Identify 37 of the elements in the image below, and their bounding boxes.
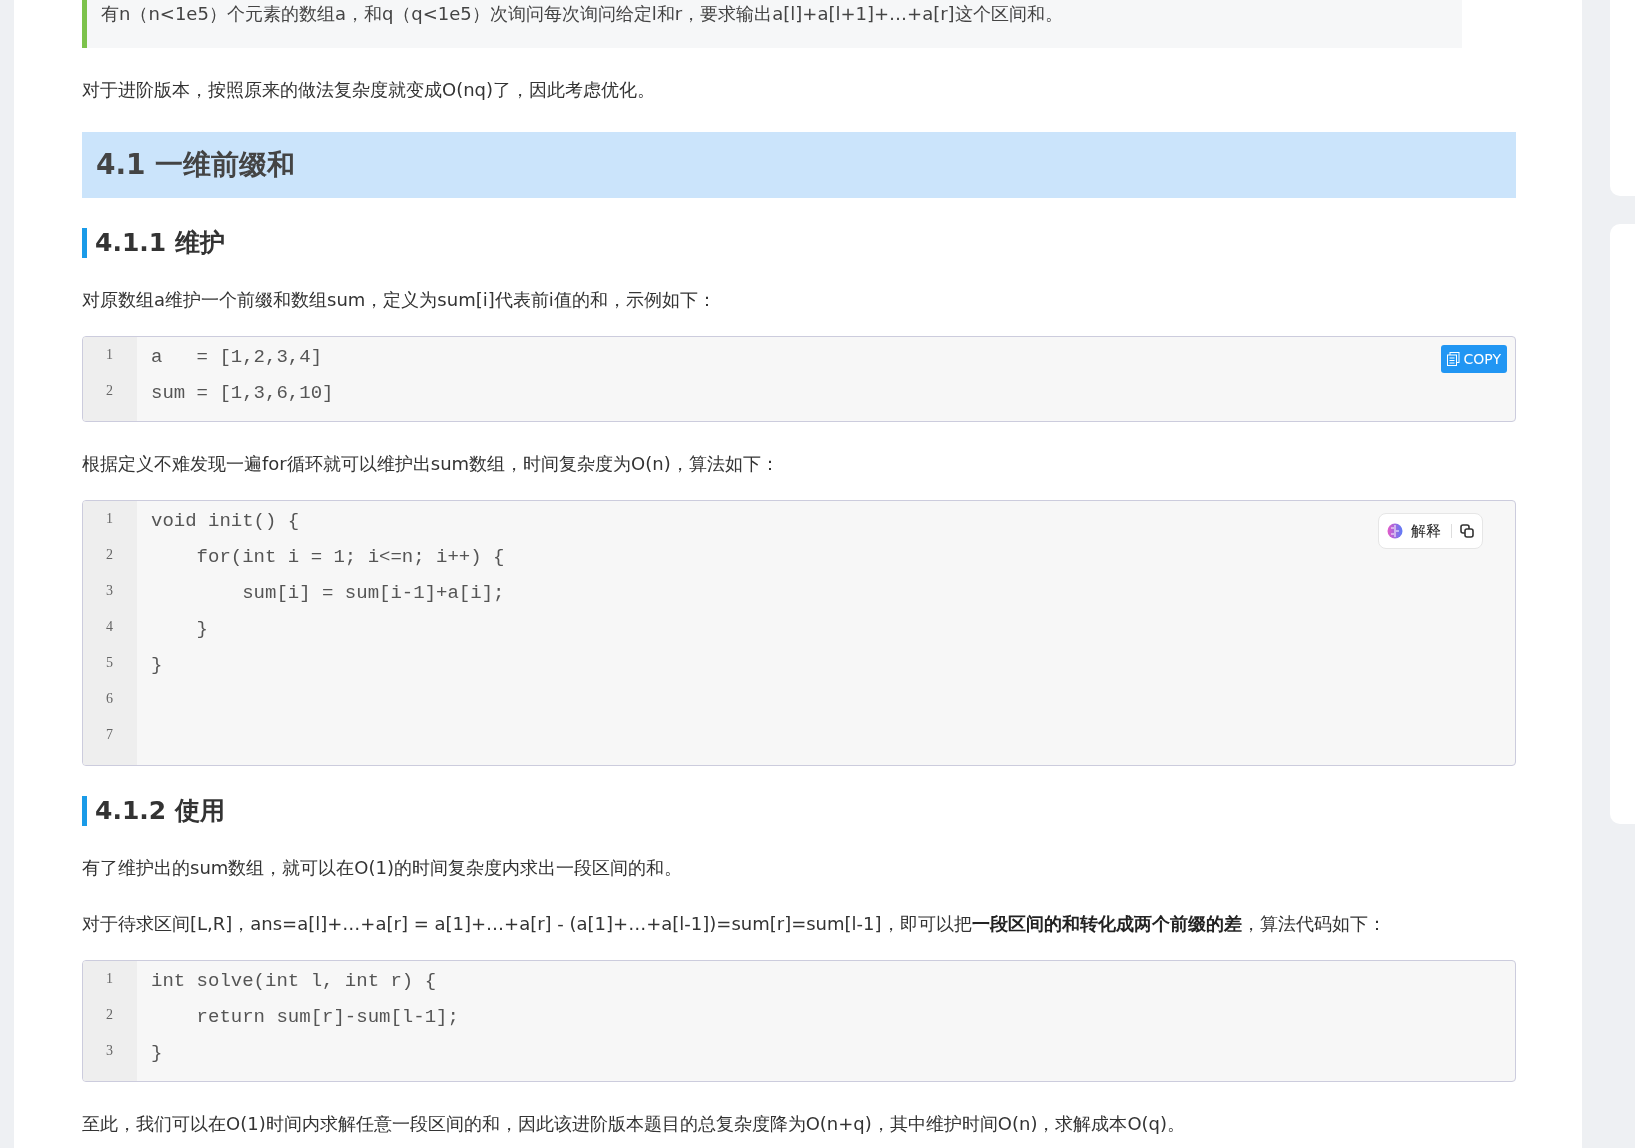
copy-button[interactable]	[1451, 524, 1474, 538]
code-line: a = [1,2,3,4]	[151, 345, 324, 370]
code-line: }	[151, 1041, 164, 1066]
line-number: 7	[105, 726, 114, 744]
paragraph: 至此，我们可以在O(1)时间内求解任意一段区间的和，因此该进阶版本题目的总复杂度降为O(n+q)，其中维护时间O(n)，求解成本O(q)。	[82, 1112, 1187, 1136]
code-line: }	[195, 617, 209, 642]
code-line: for(int i = 1; i<=n; i++) {	[195, 545, 505, 570]
code-line: void init() {	[151, 509, 301, 534]
copy-icon	[1446, 352, 1460, 366]
line-number: 4	[105, 618, 114, 636]
line-number: 5	[105, 654, 114, 672]
code-line: sum = [1,3,6,10]	[151, 381, 334, 406]
line-number: 3	[105, 1042, 114, 1060]
explain-button[interactable]: 解释	[1387, 521, 1441, 541]
line-number: 1	[105, 346, 114, 364]
code-line: }	[151, 653, 164, 678]
line-number: 3	[105, 582, 114, 600]
paragraph: 对于进阶版本，按照原来的做法复杂度就变成O(nq)了，因此考虑优化。	[82, 78, 657, 102]
code-line: return sum[r]-sum[l-1];	[195, 1005, 459, 1030]
line-number: 6	[105, 690, 114, 708]
subsection-heading: 4.1.1 维护	[82, 228, 1516, 258]
line-number: 1	[105, 970, 114, 988]
code-line: sum[i] = sum[i-1]+a[i];	[241, 581, 505, 606]
copy-icon	[1460, 524, 1474, 538]
brain-icon	[1387, 523, 1403, 539]
line-number: 2	[105, 1006, 114, 1024]
paragraph: 有了维护出的sum数组，就可以在O(1)的时间复杂度内求出一段区间的和。	[82, 856, 683, 880]
line-number: 2	[105, 546, 114, 564]
paragraph: 根据定义不难发现一遍for循环就可以维护出sum数组，时间复杂度为O(n)，算法如下：	[82, 452, 780, 476]
line-number: 2	[105, 382, 114, 400]
line-number: 1	[105, 510, 114, 528]
code-line: int solve(int l, int r) {	[151, 969, 438, 994]
section-heading: 4.1 一维前缀和	[82, 132, 1516, 198]
paragraph: 对于待求区间[L,R]，ans=a[l]+…+a[r] = a[1]+…+a[r] - (a[1]+…+a[l-1])=sum[r]=sum[l-1]，即可以把一段区间的和转化成两个前缀的差，算法代码如下：	[82, 912, 1387, 936]
paragraph: 对原数组a维护一个前缀和数组sum，定义为sum[i]代表前i值的和，示例如下：	[82, 288, 717, 312]
quote-text: 有n（n<1e5）个元素的数组a，和q（q<1e5）次询问每次询问给定l和r，要求输出a[l]+a[l+1]+…+a[r]这个区间和。	[101, 2, 1064, 26]
subsection-heading: 4.1.2 使用	[82, 796, 1516, 826]
